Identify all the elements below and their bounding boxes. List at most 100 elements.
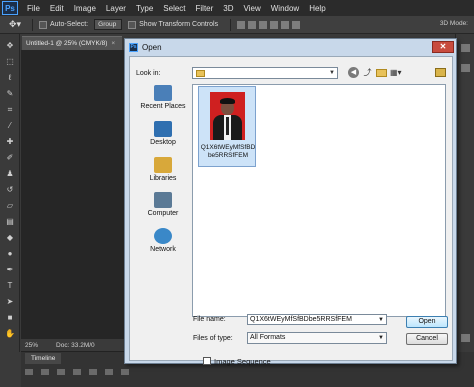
audio-icon[interactable] [89,369,97,375]
shape-tool-icon[interactable]: ■ [5,314,15,322]
recent-places-icon [154,85,172,101]
photoshop-icon: Ps [129,42,138,52]
file-list[interactable]: Q1X6tWEyMfSfBDbe5RRSfFEM [192,84,446,317]
dialog-title: Open [142,42,162,52]
menu-view[interactable]: View [239,4,266,13]
hand-tool-icon[interactable]: ✋ [5,330,15,338]
menu-file[interactable]: File [22,4,45,13]
menu-window[interactable]: Window [266,4,304,13]
menu-3d[interactable]: 3D [218,4,238,13]
align-bottom-icon[interactable] [259,20,268,29]
dialog-titlebar[interactable]: Ps Open [125,39,456,55]
menu-select[interactable]: Select [158,4,190,13]
move-tool-icon[interactable]: ✥ [5,42,15,50]
options-bar: ✥▾ Auto-Select: Group Show Transform Con… [0,16,474,34]
path-select-tool-icon[interactable]: ➤ [5,298,15,306]
next-frame-icon[interactable] [73,369,81,375]
place-computer-label: Computer [147,210,179,217]
quick-select-tool-icon[interactable]: ✎ [5,90,15,98]
lasso-tool-icon[interactable]: ℓ [5,74,15,82]
crop-tool-icon[interactable]: ⌗ [5,106,15,114]
history-panel-icon[interactable] [461,44,470,52]
menu-help[interactable]: Help [304,4,330,13]
menu-type[interactable]: Type [131,4,158,13]
chevron-down-icon: ▼ [329,70,335,76]
align-middle-icon[interactable] [248,20,257,29]
stamp-tool-icon[interactable]: ♟ [5,170,15,178]
file-type-select[interactable]: All Formats ▼ [247,332,387,344]
healing-tool-icon[interactable]: ✚ [5,138,15,146]
place-network[interactable]: Network [136,228,190,253]
first-frame-icon[interactable] [25,369,33,375]
folder-icon [196,70,205,77]
open-dialog: Ps Open ✕ Look in: ▼ ◀ ⤴ ▦▾ Recent Place… [124,38,457,366]
align-right-icon[interactable] [292,20,301,29]
chevron-down-icon[interactable]: ▼ [378,315,384,325]
tools-panel: ✥ ⬚ ℓ ✎ ⌗ ⁄ ✚ ✐ ♟ ↺ ▱ ▤ ◆ ● ✒ T ➤ ■ ✋ [0,34,20,352]
look-in-dropdown[interactable]: ▼ [192,67,338,79]
new-folder-icon[interactable] [376,69,387,77]
play-icon[interactable] [57,369,65,375]
doc-size: Doc: 33.2M/0 [56,341,95,349]
auto-select-dropdown[interactable]: Group [94,19,123,30]
back-icon[interactable]: ◀ [348,67,359,78]
gradient-tool-icon[interactable]: ▤ [5,218,15,226]
place-computer[interactable]: Computer [136,192,190,217]
bridge-icon[interactable] [435,68,446,77]
align-left-icon[interactable] [270,20,279,29]
timeline-tab[interactable]: Timeline [25,353,62,364]
dodge-tool-icon[interactable]: ● [5,250,15,258]
menu-layer[interactable]: Layer [101,4,131,13]
place-desktop[interactable]: Desktop [136,121,190,146]
thumb-hair [220,98,235,104]
cancel-button[interactable]: Cancel [406,333,448,345]
status-bar: 25% Doc: 33.2M/0 [21,339,133,351]
blur-tool-icon[interactable]: ◆ [5,234,15,242]
open-button[interactable]: Open [406,316,448,328]
panel-dock [455,34,474,352]
zoom-level[interactable]: 25% [25,342,38,349]
show-transform-checkbox[interactable] [128,20,137,29]
align-buttons [237,20,301,29]
computer-icon [154,192,172,208]
align-center-icon[interactable] [281,20,290,29]
document-tab[interactable]: Untitled-1 @ 25% (CMYK/8) × [22,36,122,50]
timeline-controls [25,369,129,375]
image-sequence-label: Image Sequence [214,357,271,366]
eyedropper-tool-icon[interactable]: ⁄ [5,122,15,130]
align-top-icon[interactable] [237,20,246,29]
close-tab-icon[interactable]: × [111,40,115,47]
photoshop-logo: Ps [2,1,18,15]
marquee-tool-icon[interactable]: ⬚ [5,58,15,66]
up-folder-icon[interactable]: ⤴ [362,67,373,78]
menu-image[interactable]: Image [69,4,101,13]
auto-select-label: Auto-Select: [50,21,89,28]
document-title: Untitled-1 @ 25% (CMYK/8) [26,40,108,47]
desktop-icon [154,121,172,137]
type-tool-icon[interactable]: T [5,282,15,290]
place-recent-label: Recent Places [140,103,186,110]
move-tool-icon[interactable]: ✥▾ [4,18,26,32]
layers-panel-icon[interactable] [461,334,470,342]
settings-icon[interactable] [105,369,113,375]
network-icon [154,228,172,244]
close-button[interactable]: ✕ [432,41,454,53]
split-icon[interactable] [121,369,129,375]
properties-panel-icon[interactable] [461,64,470,72]
place-recent[interactable]: Recent Places [136,85,190,110]
menu-edit[interactable]: Edit [45,4,69,13]
auto-select-checkbox[interactable] [39,20,47,29]
libraries-icon [154,157,172,173]
divider [230,18,232,31]
previous-frame-icon[interactable] [41,369,49,375]
image-sequence-checkbox[interactable] [203,357,211,365]
brush-tool-icon[interactable]: ✐ [5,154,15,162]
history-brush-icon[interactable]: ↺ [5,186,15,194]
file-item[interactable]: Q1X6tWEyMfSfBDbe5RRSfFEM [198,86,256,167]
menu-filter[interactable]: Filter [191,4,219,13]
file-name-input[interactable]: Q1X6tWEyMfSfBDbe5RRSfFEM ▼ [247,314,387,325]
view-menu-icon[interactable]: ▦▾ [390,67,402,78]
place-libraries[interactable]: Libraries [136,157,190,182]
eraser-tool-icon[interactable]: ▱ [5,202,15,210]
pen-tool-icon[interactable]: ✒ [5,266,15,274]
